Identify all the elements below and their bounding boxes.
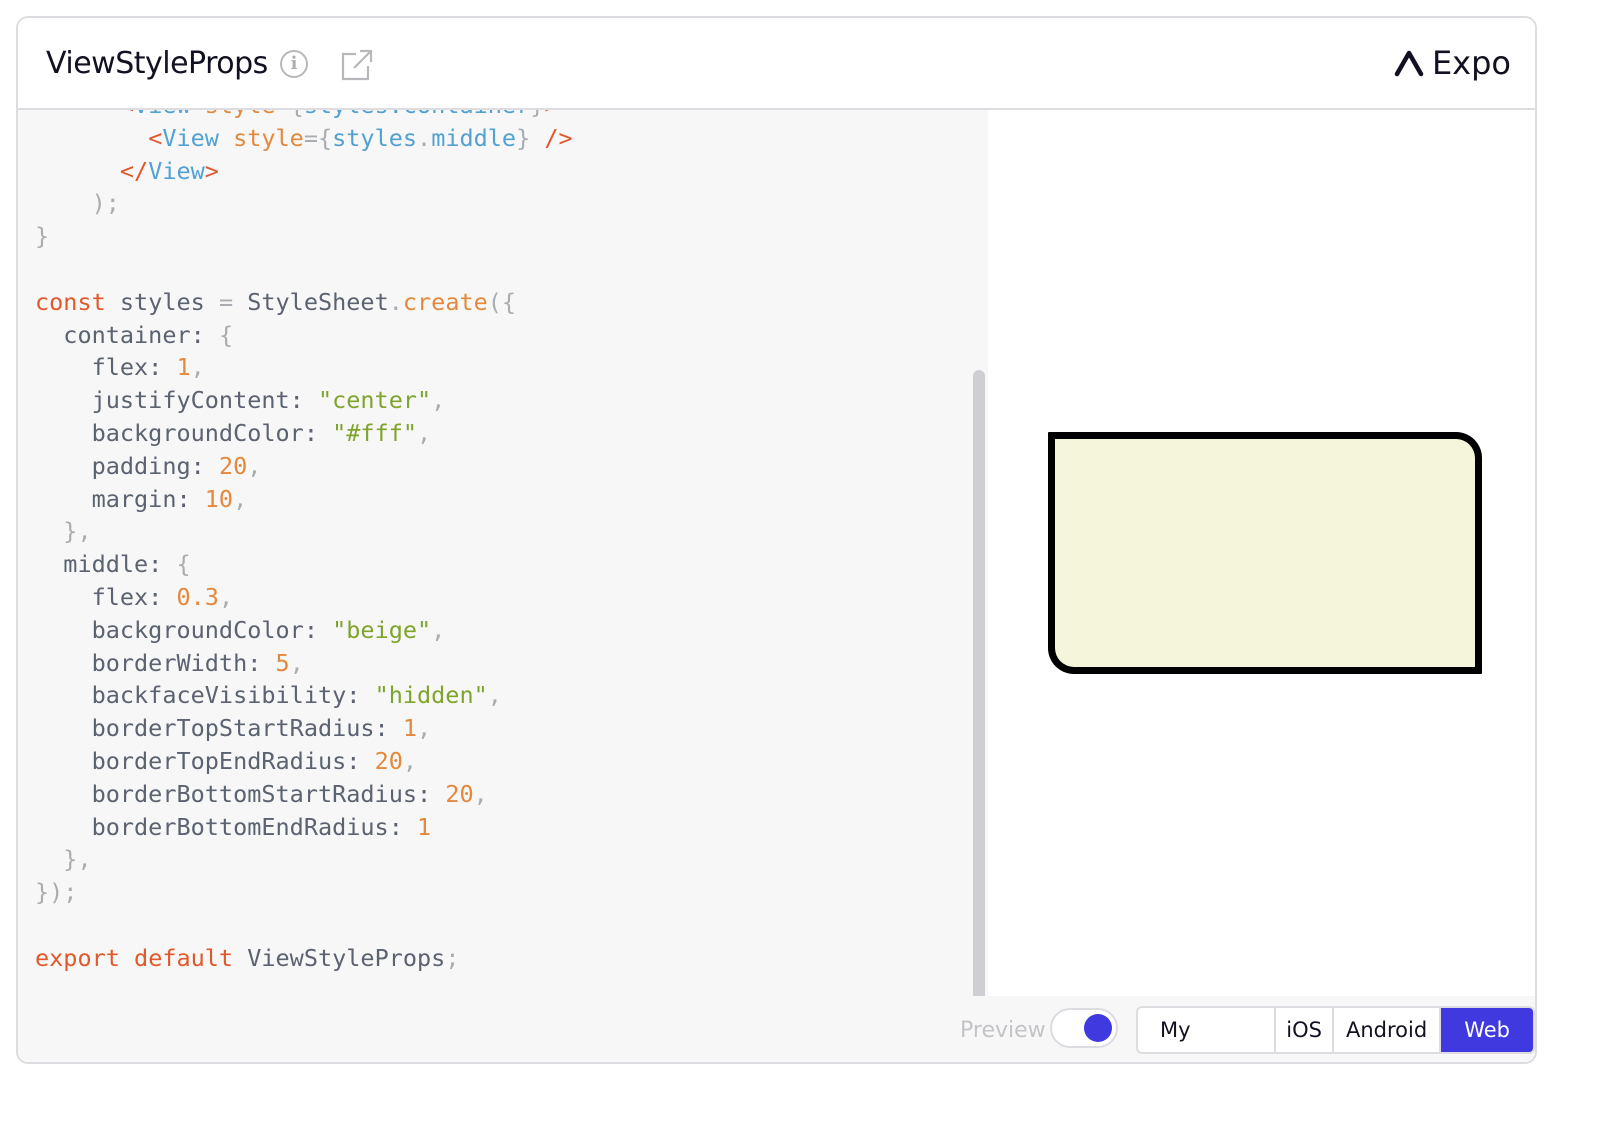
code-line: </View> (119, 156, 219, 185)
code-line: borderTopEndRadius: 20, (35, 746, 418, 775)
code-line: }); (35, 878, 78, 907)
header: ViewStyleProps i Expo (18, 18, 1535, 110)
platform-android[interactable]: Android (1334, 1008, 1442, 1052)
expo-brand[interactable]: Expo (1394, 44, 1511, 82)
code-line: export default ViewStyleProps; (35, 943, 460, 972)
external-link-icon[interactable] (340, 48, 374, 82)
code-line: }, (35, 517, 92, 546)
code-line: } (35, 222, 50, 251)
code-line: borderTopStartRadius: 1, (35, 714, 432, 743)
code-text[interactable]: <View style={styles.container}> <View st… (35, 110, 573, 975)
code-line: backfaceVisibility: "hidden", (35, 681, 502, 710)
code-line: margin: 10, (35, 484, 248, 513)
platform-selector: My Device iOS Android Web (1136, 1006, 1535, 1054)
code-line: borderBottomStartRadius: 20, (35, 779, 488, 808)
code-line: backgroundColor: "#fff", (35, 418, 432, 447)
preview-label: Preview (960, 1018, 1046, 1043)
code-line: middle: { (35, 550, 191, 579)
expo-logo-icon (1394, 50, 1424, 77)
code-line: <View style={styles.container}> (35, 110, 559, 119)
code-line: flex: 1, (35, 353, 205, 382)
footer-bar: Preview My Device iOS Android Web (18, 996, 1535, 1062)
code-editor[interactable]: <View style={styles.container}> <View st… (18, 110, 988, 996)
code-line: container: { (35, 320, 234, 349)
code-line: const styles = StyleSheet.create({ (35, 287, 517, 316)
code-line: justifyContent: "center", (35, 386, 446, 415)
preview-toggle[interactable] (1050, 1008, 1118, 1048)
code-line: backgroundColor: "beige", (35, 615, 446, 644)
brand-name: Expo (1431, 44, 1511, 82)
code-line: padding: 20, (35, 451, 262, 480)
middle-view-box (1048, 432, 1482, 674)
editor-scrollbar[interactable] (973, 370, 985, 996)
snack-player: ViewStyleProps i Expo <View style={style… (16, 16, 1537, 1064)
snack-title: ViewStyleProps (46, 46, 268, 81)
code-line: flex: 0.3, (35, 582, 234, 611)
platform-ios[interactable]: iOS (1276, 1008, 1334, 1052)
code-line: ); (35, 189, 120, 218)
toggle-knob (1084, 1014, 1112, 1042)
code-line: }, (35, 845, 92, 874)
code-line: borderBottomEndRadius: 1 (35, 812, 432, 841)
code-line: <View style={styles.middle} /> (148, 123, 573, 152)
platform-web[interactable]: Web (1441, 1008, 1533, 1052)
preview-pane (988, 110, 1535, 996)
platform-my-device[interactable]: My Device (1138, 1008, 1277, 1052)
code-line: borderWidth: 5, (35, 648, 304, 677)
info-icon[interactable]: i (280, 50, 308, 78)
